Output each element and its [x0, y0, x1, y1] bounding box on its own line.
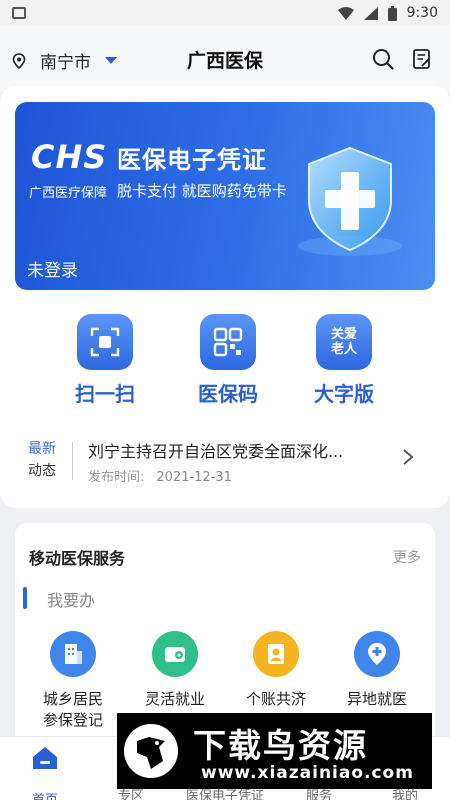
bird-logo-icon — [124, 724, 178, 778]
service-item-offsite-medical[interactable]: 异地就医 — [327, 631, 427, 710]
watermark-url: www.xiazainiao.com — [201, 763, 414, 783]
service-label: 灵活就业 — [125, 689, 225, 710]
home-icon — [33, 747, 57, 769]
elder-care-icon: 关爱 老人 — [316, 314, 372, 370]
news-divider — [72, 442, 73, 480]
service-label: 异地就医 — [327, 689, 427, 710]
banner-title: 医保电子凭证 — [117, 146, 267, 174]
account-card-icon — [253, 631, 299, 677]
service-label-line1: 灵活就业 — [144, 690, 205, 708]
news-ticker[interactable]: 最新 动态 刘宁主持召开自治区党委全面深化... 发布时间: 2021-12-31 — [0, 432, 450, 492]
news-date-value: 2021-12-31 — [156, 470, 232, 485]
qr-code-icon — [200, 314, 256, 370]
services-more-link[interactable]: 更多 — [393, 547, 421, 567]
elder-care-text-2: 老人 — [330, 342, 357, 357]
search-icon[interactable] — [372, 48, 394, 70]
news-tag: 最新 动态 — [28, 438, 56, 482]
section-accent-bar — [23, 587, 27, 609]
service-label-line2: 参保登记 — [42, 711, 103, 729]
signal-icon — [363, 6, 378, 20]
watermark-overlay: 下载鸟资源 www.xiazainiao.com — [117, 713, 432, 789]
main-card: CHS 医保电子凭证 广西医疗保障 脱卡支付 就医购药免带卡 未登录 扫一扫 医… — [0, 86, 450, 508]
building-icon — [50, 631, 96, 677]
scan-label: 扫一扫 — [75, 382, 135, 406]
service-item-resident-enrollment[interactable]: 城乡居民 参保登记 — [23, 631, 123, 731]
large-font-label: 大字版 — [314, 382, 374, 406]
news-tag-line1: 最新 — [28, 441, 56, 457]
tab-home-label: 首页 — [0, 789, 90, 800]
news-date-label: 发布时间: — [88, 470, 145, 485]
service-label: 个账共济 — [226, 689, 326, 710]
service-label: 城乡居民 参保登记 — [23, 689, 123, 731]
status-bar: 9:30 — [0, 0, 450, 26]
chevron-right-icon — [403, 449, 414, 465]
scan-icon — [77, 314, 133, 370]
service-label-line1: 城乡居民 — [42, 690, 103, 708]
login-status[interactable]: 未登录 — [27, 256, 78, 281]
news-title: 刘宁主持召开自治区党委全面深化... — [88, 442, 344, 461]
service-label-line1: 个账共济 — [245, 690, 306, 708]
wallet-icon — [152, 631, 198, 677]
insurance-code-label: 医保码 — [198, 382, 258, 406]
tab-home[interactable]: 首页 — [0, 745, 90, 800]
shield-cross-icon — [298, 146, 402, 256]
watermark-title: 下载鸟资源 — [193, 726, 368, 765]
service-item-account-sharing[interactable]: 个账共济 — [226, 631, 326, 710]
map-pin-cross-icon — [354, 631, 400, 677]
scan-action[interactable]: 扫一扫 — [55, 314, 155, 407]
banner-subtitle: 广西医疗保障 — [29, 186, 108, 201]
large-font-action[interactable]: 关爱 老人 大字版 — [294, 314, 394, 407]
app-header: 南宁市 广西医保 — [0, 26, 450, 92]
section-label: 我要办 — [47, 591, 96, 610]
note-edit-icon[interactable] — [412, 48, 432, 70]
banner-slogan: 脱卡支付 就医购药免带卡 — [117, 182, 287, 200]
wifi-icon — [337, 6, 354, 20]
service-label-line1: 异地就医 — [346, 690, 407, 708]
chs-logo: CHS — [31, 138, 108, 176]
clock: 9:30 — [406, 5, 438, 21]
service-item-flexible-employment[interactable]: 灵活就业 — [125, 631, 225, 710]
image-notification-icon — [12, 7, 26, 19]
services-title: 移动医保服务 — [29, 549, 126, 568]
battery-icon — [387, 5, 397, 21]
elder-care-text-1: 关爱 — [330, 327, 357, 342]
medical-insurance-voucher-banner[interactable]: CHS 医保电子凭证 广西医疗保障 脱卡支付 就医购药免带卡 未登录 — [15, 102, 435, 290]
insurance-code-action[interactable]: 医保码 — [178, 314, 278, 407]
news-date: 发布时间: 2021-12-31 — [88, 466, 232, 485]
news-tag-line2: 动态 — [28, 463, 56, 479]
